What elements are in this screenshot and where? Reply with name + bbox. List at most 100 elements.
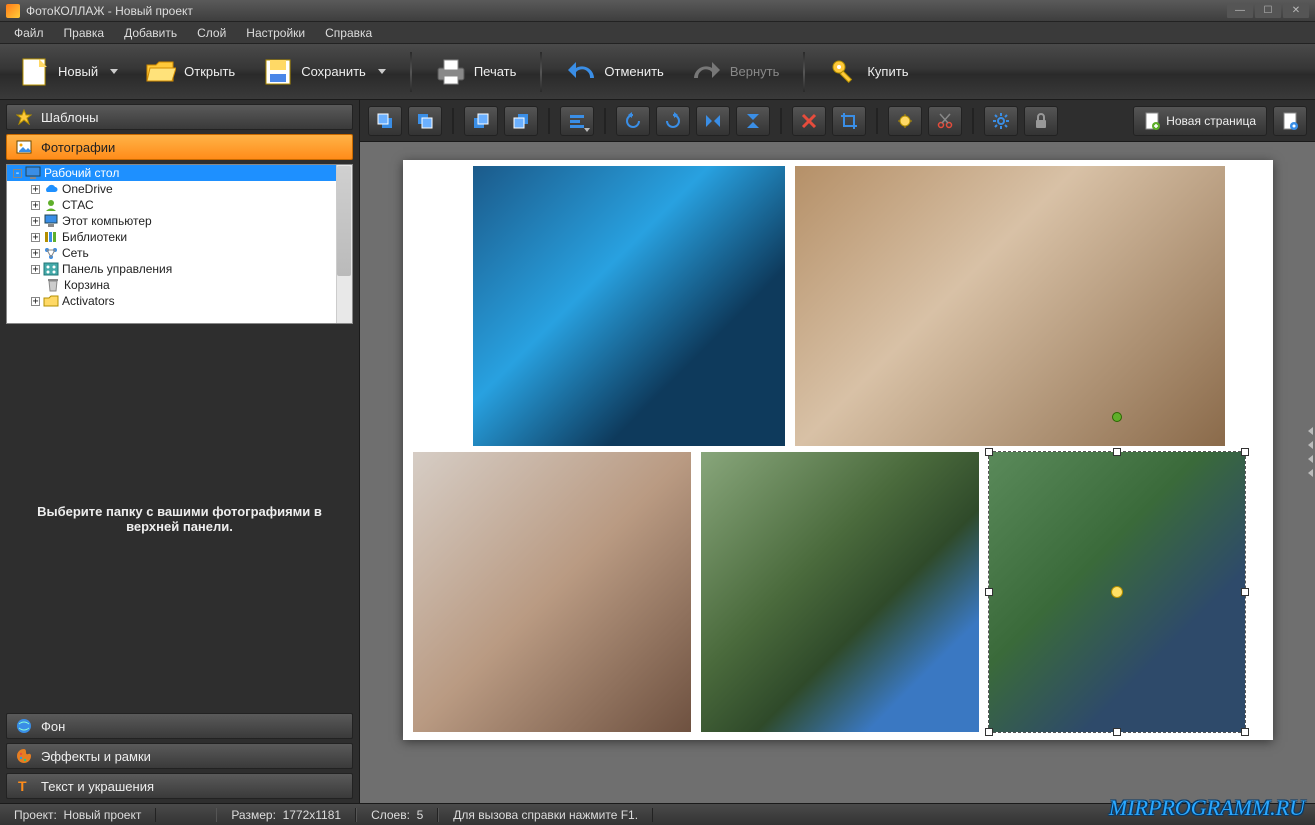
- crop-button[interactable]: [832, 106, 866, 136]
- tree-node[interactable]: + Activators: [7, 293, 352, 309]
- iconbar-separator: [780, 108, 782, 134]
- tree-node[interactable]: + Этот компьютер: [7, 213, 352, 229]
- close-button[interactable]: ✕: [1283, 4, 1309, 18]
- print-label: Печать: [474, 64, 517, 79]
- menu-help[interactable]: Справка: [317, 24, 380, 42]
- new-page-button[interactable]: Новая страница: [1133, 106, 1267, 136]
- tree-scrollbar[interactable]: [336, 165, 352, 323]
- folder-tree[interactable]: -Рабочий стол+OneDrive+СТАС+Этот компьют…: [6, 164, 353, 324]
- send-back-button[interactable]: [504, 106, 538, 136]
- bring-forward-button[interactable]: [408, 106, 442, 136]
- expand-icon[interactable]: +: [31, 185, 40, 194]
- expand-icon[interactable]: +: [31, 201, 40, 210]
- photo-icon: [15, 138, 33, 156]
- flip-vertical-button[interactable]: [736, 106, 770, 136]
- photo-2[interactable]: [795, 166, 1225, 446]
- tree-node-label: Activators: [62, 294, 115, 308]
- align-button[interactable]: [560, 106, 594, 136]
- expand-icon[interactable]: +: [31, 233, 40, 242]
- flip-horizontal-button[interactable]: [696, 106, 730, 136]
- undo-button[interactable]: Отменить: [556, 53, 673, 91]
- redo-button[interactable]: Вернуть: [682, 53, 790, 91]
- palette-icon: [15, 747, 33, 765]
- collage-page[interactable]: [403, 160, 1273, 740]
- chevron-down-icon: [378, 69, 386, 74]
- tree-node[interactable]: + Сеть: [7, 245, 352, 261]
- rotation-handle[interactable]: [1112, 412, 1122, 422]
- tree-node-label: Этот компьютер: [62, 214, 152, 228]
- send-backward-button[interactable]: [464, 106, 498, 136]
- toolbar-separator: [410, 52, 412, 92]
- expand-icon[interactable]: +: [31, 217, 40, 226]
- expand-icon[interactable]: -: [13, 169, 22, 178]
- new-file-icon: [20, 57, 50, 87]
- tree-node-label: Панель управления: [62, 262, 172, 276]
- background-label: Фон: [41, 719, 65, 734]
- expand-icon[interactable]: +: [31, 265, 40, 274]
- statusbar: Проект: Новый проект Размер: 1772x1181 С…: [0, 803, 1315, 825]
- maximize-button[interactable]: ☐: [1255, 4, 1281, 18]
- new-button[interactable]: Новый: [10, 53, 128, 91]
- redo-icon: [692, 57, 722, 87]
- tree-node[interactable]: +СТАС: [7, 197, 352, 213]
- bring-front-button[interactable]: [368, 106, 402, 136]
- globe-icon: [15, 717, 33, 735]
- canvas-area[interactable]: [360, 142, 1315, 803]
- redo-label: Вернуть: [730, 64, 780, 79]
- tree-node-label: Библиотеки: [62, 230, 127, 244]
- print-button[interactable]: Печать: [426, 53, 527, 91]
- sidebar-tab-text[interactable]: T Текст и украшения: [6, 773, 353, 799]
- settings-button[interactable]: [984, 106, 1018, 136]
- app-icon: [6, 4, 20, 18]
- menu-settings[interactable]: Настройки: [238, 24, 313, 42]
- magic-select-button[interactable]: [888, 106, 922, 136]
- photos-label: Фотографии: [41, 140, 115, 155]
- lib-icon: [43, 230, 59, 244]
- expand-icon[interactable]: +: [31, 249, 40, 258]
- menu-layer[interactable]: Слой: [189, 24, 234, 42]
- sidebar-tab-photos[interactable]: Фотографии: [6, 134, 353, 160]
- status-project: Проект: Новый проект: [0, 808, 156, 822]
- tree-node-label: OneDrive: [62, 182, 113, 196]
- cut-button[interactable]: [928, 106, 962, 136]
- svg-text:T: T: [18, 778, 27, 794]
- status-layers: Слоев: 5: [356, 808, 438, 822]
- menu-add[interactable]: Добавить: [116, 24, 185, 42]
- toolbar-separator: [803, 52, 805, 92]
- toolbar-separator: [540, 52, 542, 92]
- photo-5-selected[interactable]: [989, 452, 1245, 732]
- star-icon: [15, 108, 33, 126]
- photo-4[interactable]: [701, 452, 979, 732]
- tree-node[interactable]: + Панель управления: [7, 261, 352, 277]
- minimize-button[interactable]: —: [1227, 4, 1253, 18]
- tree-node[interactable]: + Библиотеки: [7, 229, 352, 245]
- tree-node[interactable]: -Рабочий стол: [7, 165, 352, 181]
- open-button[interactable]: Открыть: [136, 53, 245, 91]
- delete-button[interactable]: [792, 106, 826, 136]
- page-settings-button[interactable]: [1273, 106, 1307, 136]
- sidebar-tab-templates[interactable]: Шаблоны: [6, 104, 353, 130]
- pivot-point[interactable]: [1111, 586, 1123, 598]
- sidebar-tab-effects[interactable]: Эффекты и рамки: [6, 743, 353, 769]
- menu-file[interactable]: Файл: [6, 24, 52, 42]
- panel-icon: [43, 262, 59, 276]
- icon-toolbar: Новая страница: [360, 100, 1315, 142]
- sidebar: Шаблоны Фотографии -Рабочий стол + OneDriv…: [0, 100, 360, 803]
- lock-button[interactable]: [1024, 106, 1058, 136]
- tree-node[interactable]: Корзина: [7, 277, 352, 293]
- rotate-left-button[interactable]: [616, 106, 650, 136]
- photo-1[interactable]: [473, 166, 785, 446]
- expand-icon[interactable]: +: [31, 297, 40, 306]
- tree-node[interactable]: + OneDrive: [7, 181, 352, 197]
- window-title: ФотоКОЛЛАЖ - Новый проект: [26, 4, 193, 18]
- net-icon: [43, 246, 59, 260]
- menu-edit[interactable]: Правка: [56, 24, 113, 42]
- photo-3[interactable]: [413, 452, 691, 732]
- folder-icon: [43, 294, 59, 308]
- buy-button[interactable]: Купить: [819, 53, 918, 91]
- tree-node-label: Сеть: [62, 246, 89, 260]
- sidebar-tab-background[interactable]: Фон: [6, 713, 353, 739]
- printer-icon: [436, 57, 466, 87]
- save-button[interactable]: Сохранить: [253, 53, 396, 91]
- rotate-right-button[interactable]: [656, 106, 690, 136]
